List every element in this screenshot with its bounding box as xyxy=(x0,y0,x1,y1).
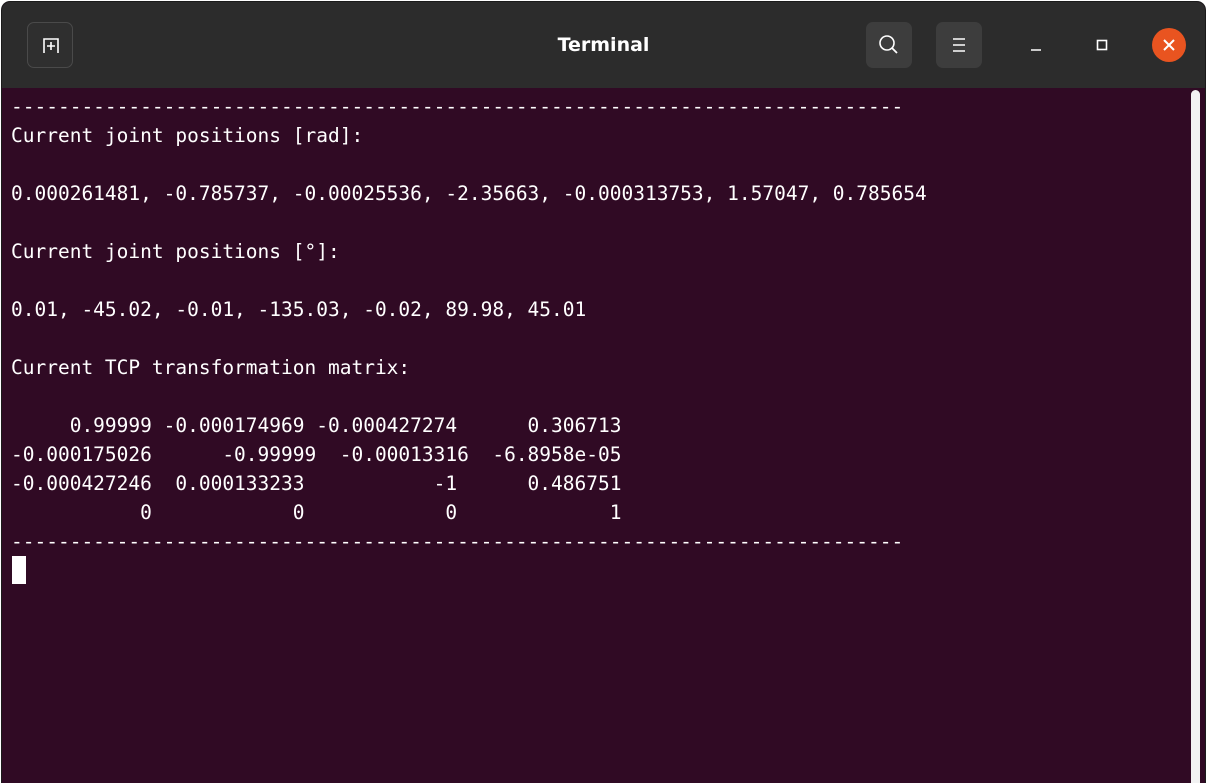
terminal-line: 0.01, -45.02, -0.01, -135.03, -0.02, 89.… xyxy=(11,298,587,321)
terminal-line: Current TCP transformation matrix: xyxy=(11,356,411,379)
terminal-line: 0 0 0 1 xyxy=(11,501,622,524)
new-tab-button[interactable] xyxy=(27,22,73,68)
terminal-line: 0.000261481, -0.785737, -0.00025536, -2.… xyxy=(11,182,927,205)
terminal-line: Current joint positions [rad]: xyxy=(11,124,364,147)
search-button[interactable] xyxy=(866,22,912,68)
minimize-button[interactable] xyxy=(1019,28,1053,62)
scrollbar[interactable] xyxy=(1191,90,1200,783)
maximize-button[interactable] xyxy=(1085,28,1119,62)
close-icon xyxy=(1163,39,1175,51)
menu-button[interactable] xyxy=(936,22,982,68)
search-icon xyxy=(879,35,898,54)
maximize-icon xyxy=(1096,39,1108,51)
terminal-line: -0.000427246 0.000133233 -1 0.486751 xyxy=(11,472,622,495)
terminal-line: -0.000175026 -0.99999 -0.00013316 -6.895… xyxy=(11,443,622,466)
terminal-line: ----------------------------------------… xyxy=(11,530,904,553)
close-button[interactable] xyxy=(1152,28,1186,62)
terminal-line: Current joint positions [°]: xyxy=(11,240,340,263)
terminal-line: 0.99999 -0.000174969 -0.000427274 0.3067… xyxy=(11,414,622,437)
titlebar[interactable]: Terminal xyxy=(2,2,1205,88)
terminal-output[interactable]: ----------------------------------------… xyxy=(2,88,1190,783)
hamburger-menu-icon xyxy=(953,38,965,52)
text-cursor xyxy=(12,556,26,584)
terminal-window: Terminal -------------------------------… xyxy=(2,2,1205,783)
terminal-lines: ----------------------------------------… xyxy=(11,92,927,556)
new-tab-icon xyxy=(43,38,59,53)
terminal-line: ----------------------------------------… xyxy=(11,95,904,118)
minimize-icon xyxy=(1031,49,1041,51)
